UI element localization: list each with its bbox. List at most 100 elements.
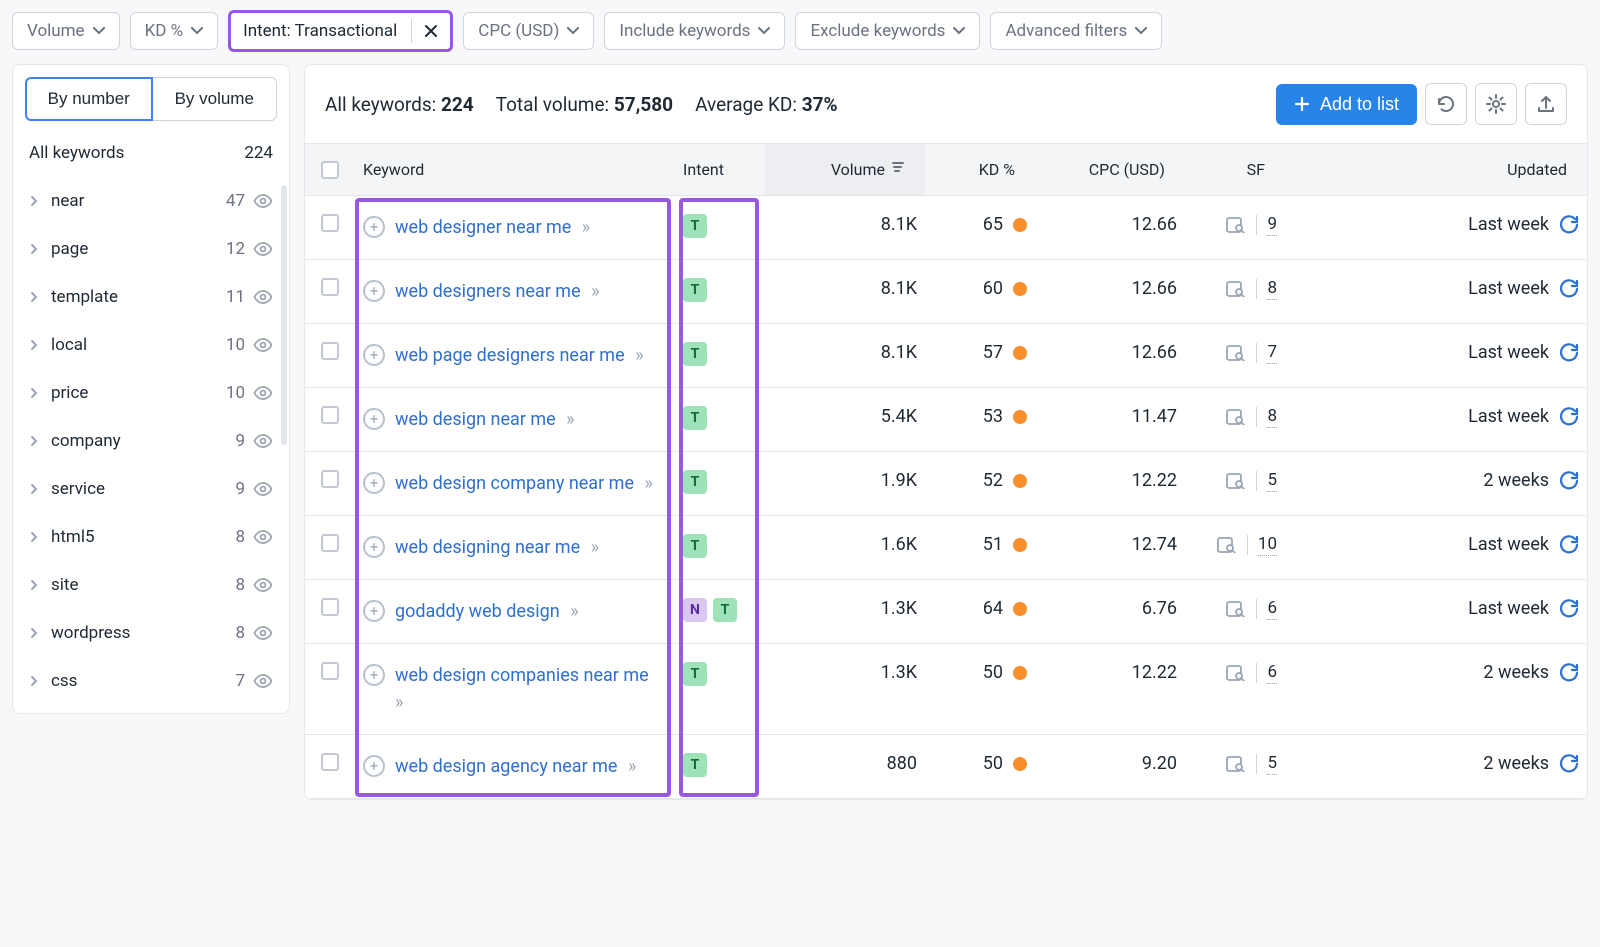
expand-keyword-button[interactable]: +	[363, 536, 385, 558]
keyword-link[interactable]: web designing near me »	[395, 534, 599, 561]
refresh-row-button[interactable]	[1559, 535, 1579, 555]
refresh-row-button[interactable]	[1559, 343, 1579, 363]
select-all-checkbox[interactable]	[321, 161, 339, 179]
filter-intent-clear[interactable]	[411, 19, 450, 43]
updated-text: Last week	[1468, 342, 1549, 363]
serp-preview-icon[interactable]	[1226, 217, 1246, 233]
sidebar-item[interactable]: local 10	[13, 321, 289, 369]
toggle-by-volume[interactable]: By volume	[153, 77, 278, 121]
keyword-link[interactable]: web page designers near me »	[395, 342, 644, 369]
keyword-link[interactable]: godaddy web design »	[395, 598, 579, 625]
gear-icon	[1486, 94, 1506, 114]
sidebar-item[interactable]: company 9	[13, 417, 289, 465]
sf-count[interactable]: 9	[1267, 214, 1277, 236]
chevron-right-icon	[29, 580, 39, 590]
results-panel: All keywords: 224 Total volume: 57,580 A…	[304, 64, 1588, 800]
serp-preview-icon[interactable]	[1226, 409, 1246, 425]
serp-preview-icon[interactable]	[1226, 281, 1246, 297]
refresh-row-button[interactable]	[1559, 279, 1579, 299]
refresh-button[interactable]	[1425, 83, 1467, 125]
add-to-list-button[interactable]: Add to list	[1276, 84, 1417, 125]
scrollbar[interactable]	[281, 185, 287, 445]
filter-advanced[interactable]: Advanced filters	[990, 12, 1162, 50]
filter-exclude[interactable]: Exclude keywords	[795, 12, 980, 50]
filter-volume[interactable]: Volume	[12, 12, 120, 50]
sidebar-item[interactable]: site 8	[13, 561, 289, 609]
sidebar-item[interactable]: near 47	[13, 177, 289, 225]
col-sf[interactable]: SF	[1185, 144, 1285, 195]
col-cpc[interactable]: CPC (USD)	[1035, 144, 1185, 195]
sf-count[interactable]: 6	[1267, 598, 1277, 620]
expand-keyword-button[interactable]: +	[363, 280, 385, 302]
refresh-row-button[interactable]	[1559, 599, 1579, 619]
expand-keyword-button[interactable]: +	[363, 755, 385, 777]
row-checkbox[interactable]	[321, 662, 339, 680]
serp-preview-icon[interactable]	[1226, 601, 1246, 617]
refresh-row-button[interactable]	[1559, 215, 1579, 235]
expand-keyword-button[interactable]: +	[363, 344, 385, 366]
sidebar-item[interactable]: wordpress 8	[13, 609, 289, 657]
row-checkbox[interactable]	[321, 598, 339, 616]
col-volume[interactable]: Volume	[765, 144, 925, 195]
keyword-link[interactable]: web design company near me »	[395, 470, 653, 497]
col-updated[interactable]: Updated	[1285, 144, 1587, 195]
serp-preview-icon[interactable]	[1226, 665, 1246, 681]
filter-cpc[interactable]: CPC (USD)	[463, 12, 594, 50]
col-keyword[interactable]: Keyword	[355, 144, 675, 195]
keyword-link[interactable]: web designers near me »	[395, 278, 600, 305]
settings-button[interactable]	[1475, 83, 1517, 125]
sf-count[interactable]: 8	[1267, 406, 1277, 428]
serp-preview-icon[interactable]	[1226, 345, 1246, 361]
filter-include[interactable]: Include keywords	[604, 12, 785, 50]
toggle-by-number[interactable]: By number	[25, 77, 153, 121]
serp-preview-icon[interactable]	[1226, 473, 1246, 489]
col-kd[interactable]: KD %	[925, 144, 1035, 195]
refresh-row-button[interactable]	[1559, 407, 1579, 427]
stat-kd-value: 37%	[802, 93, 838, 116]
sf-count[interactable]: 5	[1267, 470, 1277, 492]
sf-count[interactable]: 8	[1267, 278, 1277, 300]
sidebar-item[interactable]: css 7	[13, 657, 289, 705]
expand-keyword-button[interactable]: +	[363, 408, 385, 430]
keyword-link[interactable]: web design companies near me »	[395, 662, 667, 716]
serp-preview-icon[interactable]	[1217, 537, 1237, 553]
row-checkbox[interactable]	[321, 342, 339, 360]
keyword-link[interactable]: web design agency near me »	[395, 753, 636, 780]
cell-updated: 2 weeks	[1285, 735, 1587, 792]
sidebar-item[interactable]: price 10	[13, 369, 289, 417]
expand-keyword-button[interactable]: +	[363, 216, 385, 238]
sidebar-item[interactable]: service 9	[13, 465, 289, 513]
refresh-row-button[interactable]	[1559, 663, 1579, 683]
sidebar-item[interactable]: page 12	[13, 225, 289, 273]
sf-count[interactable]: 6	[1267, 662, 1277, 684]
filter-intent[interactable]: Intent: Transactional	[228, 10, 453, 52]
sidebar-item-label: company	[51, 431, 121, 451]
row-checkbox[interactable]	[321, 753, 339, 771]
col-intent[interactable]: Intent	[675, 144, 765, 195]
expand-keyword-button[interactable]: +	[363, 664, 385, 686]
export-button[interactable]	[1525, 83, 1567, 125]
row-checkbox[interactable]	[321, 470, 339, 488]
row-checkbox[interactable]	[321, 534, 339, 552]
filter-volume-label: Volume	[27, 21, 85, 41]
refresh-row-button[interactable]	[1559, 754, 1579, 774]
row-checkbox[interactable]	[321, 278, 339, 296]
refresh-row-button[interactable]	[1559, 471, 1579, 491]
divider	[1256, 754, 1257, 774]
expand-keyword-button[interactable]: +	[363, 472, 385, 494]
sidebar-item[interactable]: html5 8	[13, 513, 289, 561]
sf-count[interactable]: 5	[1267, 753, 1277, 775]
filter-advanced-label: Advanced filters	[1005, 21, 1127, 41]
sf-count[interactable]: 7	[1267, 342, 1277, 364]
serp-preview-icon[interactable]	[1226, 756, 1246, 772]
keyword-link[interactable]: web designer near me »	[395, 214, 590, 241]
sf-count[interactable]: 10	[1258, 534, 1277, 556]
row-checkbox[interactable]	[321, 406, 339, 424]
sidebar-item[interactable]: template 11	[13, 273, 289, 321]
filter-kd[interactable]: KD %	[130, 12, 219, 50]
row-checkbox[interactable]	[321, 214, 339, 232]
filter-cpc-label: CPC (USD)	[478, 21, 559, 41]
expand-keyword-button[interactable]: +	[363, 600, 385, 622]
keyword-link[interactable]: web design near me »	[395, 406, 575, 433]
sidebar-all-keywords[interactable]: All keywords 224	[13, 133, 289, 173]
